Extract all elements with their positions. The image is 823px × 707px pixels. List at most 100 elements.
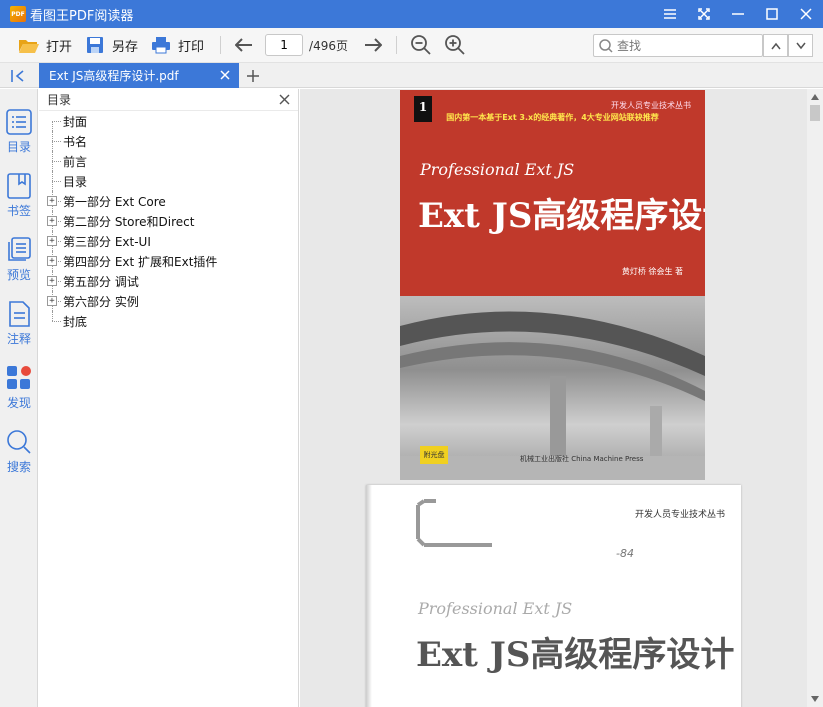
open-button[interactable]: 打开 bbox=[12, 31, 78, 59]
document-tab[interactable]: Ext JS高级程序设计.pdf bbox=[39, 63, 239, 88]
pages-icon bbox=[6, 237, 32, 263]
tree-line bbox=[52, 321, 61, 322]
rail-item-toc[interactable]: 目录 bbox=[0, 103, 38, 161]
rail-item-bookmarks[interactable]: 书签 bbox=[0, 167, 38, 225]
toc-item[interactable]: 前言 bbox=[39, 151, 298, 171]
menu-button[interactable] bbox=[653, 0, 687, 28]
scrollbar-thumb[interactable] bbox=[810, 105, 820, 121]
expand-icon[interactable]: + bbox=[47, 236, 57, 246]
cover-series: 开发人员专业技术丛书 bbox=[611, 101, 691, 110]
toc-item[interactable]: + 第二部分 Store和Direct bbox=[39, 211, 298, 231]
maximize-button[interactable] bbox=[755, 0, 789, 28]
cover-publisher: 机械工业出版社 China Machine Press bbox=[520, 455, 644, 463]
toc-item-label: 目录 bbox=[63, 174, 88, 189]
side-rail: 目录 书签 预览 注释 发现 搜索 bbox=[0, 89, 38, 707]
close-icon bbox=[800, 8, 812, 20]
title-bar: PDF 看图王PDF阅读器 bbox=[0, 0, 823, 28]
expand-icon[interactable]: + bbox=[47, 276, 57, 286]
arrow-right-icon bbox=[365, 38, 382, 52]
toolbar: 打开 另存 打印 /496页 bbox=[0, 28, 823, 63]
document-tab-label: Ext JS高级程序设计.pdf bbox=[49, 69, 179, 83]
folder-open-icon bbox=[18, 34, 40, 56]
expand-icon[interactable]: + bbox=[47, 216, 57, 226]
rail-item-label: 书签 bbox=[6, 204, 31, 218]
menu-icon bbox=[664, 9, 676, 19]
minimize-button[interactable] bbox=[721, 0, 755, 28]
expand-icon[interactable]: + bbox=[47, 256, 57, 266]
print-button[interactable]: 打印 bbox=[144, 31, 210, 59]
close-tab-button[interactable] bbox=[219, 69, 231, 81]
next-page-button[interactable] bbox=[360, 32, 386, 58]
title-page-series: 开发人员专业技术丛书 bbox=[634, 510, 725, 520]
expand-icon[interactable]: + bbox=[47, 196, 57, 206]
toc-item[interactable]: 封底 bbox=[39, 311, 298, 331]
fullscreen-icon bbox=[698, 8, 710, 20]
toc-item-label: 书名 bbox=[63, 134, 88, 149]
rail-item-search[interactable]: 搜索 bbox=[0, 423, 38, 481]
toc-title: 目录 bbox=[47, 93, 72, 107]
toc-item[interactable]: 目录 bbox=[39, 171, 298, 191]
printer-icon bbox=[150, 34, 172, 56]
publisher-mark-icon bbox=[416, 499, 492, 547]
rail-item-label: 预览 bbox=[6, 268, 31, 282]
close-icon bbox=[279, 94, 290, 105]
rail-item-label: 注释 bbox=[6, 332, 31, 346]
toc-item-label: 第四部分 Ext 扩展和Ext插件 bbox=[63, 254, 218, 269]
note-icon bbox=[6, 301, 32, 327]
zoom-out-button[interactable] bbox=[407, 32, 435, 58]
expand-icon[interactable]: + bbox=[47, 296, 57, 306]
cover-title-en: Professional Ext JS bbox=[420, 160, 575, 179]
window-controls bbox=[653, 0, 823, 28]
toc-item[interactable]: + 第三部分 Ext-UI bbox=[39, 231, 298, 251]
toc-item[interactable]: + 第四部分 Ext 扩展和Ext插件 bbox=[39, 251, 298, 271]
open-label: 打开 bbox=[46, 39, 73, 55]
tree-line bbox=[52, 121, 61, 122]
fullscreen-button[interactable] bbox=[687, 0, 721, 28]
scroll-up-button[interactable] bbox=[807, 89, 823, 105]
collapse-sidebar-button[interactable] bbox=[8, 67, 28, 85]
document-view[interactable]: 1 开发人员专业技术丛书 国内第一本基于Ext 3.x的经典著作，4大专业网站联… bbox=[300, 89, 807, 707]
toc-panel: 目录 封面 书名 前言 目录 + 第一部分 Ext Core + 第二部分 Store和Dir… bbox=[39, 89, 299, 707]
cover-authors: 黄灯桥 徐会生 著 bbox=[621, 267, 683, 276]
toc-item-label: 第五部分 调试 bbox=[63, 274, 139, 289]
toc-item[interactable]: 封面 bbox=[39, 111, 298, 131]
toc-item[interactable]: + 第五部分 调试 bbox=[39, 271, 298, 291]
apps-icon bbox=[6, 365, 32, 391]
title-page-note: -84 bbox=[616, 547, 634, 560]
maximize-icon bbox=[766, 8, 778, 20]
toc-item-label: 第二部分 Store和Direct bbox=[63, 214, 195, 229]
tree-line bbox=[52, 121, 53, 131]
close-button[interactable] bbox=[789, 0, 823, 28]
collapse-left-icon bbox=[11, 70, 24, 82]
toc-item-label: 第三部分 Ext-UI bbox=[63, 234, 151, 249]
save-as-button[interactable]: 另存 bbox=[78, 31, 144, 59]
close-toc-button[interactable] bbox=[279, 94, 290, 105]
search-icon bbox=[6, 429, 32, 455]
toc-item[interactable]: + 第一部分 Ext Core bbox=[39, 191, 298, 211]
search-input[interactable] bbox=[617, 38, 757, 53]
tree-line bbox=[52, 141, 61, 142]
plus-icon bbox=[247, 70, 259, 82]
page-number-input[interactable] bbox=[265, 34, 304, 56]
rail-item-preview[interactable]: 预览 bbox=[0, 231, 38, 289]
toc-item-label: 封底 bbox=[63, 314, 88, 329]
app-title: 看图王PDF阅读器 bbox=[30, 8, 134, 24]
previous-page-button[interactable] bbox=[231, 32, 257, 58]
rail-item-annotations[interactable]: 注释 bbox=[0, 295, 38, 353]
search-previous-button[interactable] bbox=[763, 34, 788, 57]
search-next-button[interactable] bbox=[788, 34, 813, 57]
toc-item[interactable]: + 第六部分 实例 bbox=[39, 291, 298, 311]
vertical-scrollbar[interactable] bbox=[807, 89, 823, 707]
scroll-down-button[interactable] bbox=[807, 691, 823, 707]
rail-item-discover[interactable]: 发现 bbox=[0, 359, 38, 417]
title-page-title-en: Professional Ext JS bbox=[418, 599, 573, 618]
new-tab-button[interactable] bbox=[244, 67, 262, 85]
pdf-page-cover: 1 开发人员专业技术丛书 国内第一本基于Ext 3.x的经典著作，4大专业网站联… bbox=[400, 90, 705, 480]
cover-banner: 国内第一本基于Ext 3.x的经典著作，4大专业网站联袂推荐 bbox=[446, 113, 659, 122]
toolbar-divider bbox=[396, 36, 397, 54]
arrow-left-icon bbox=[235, 38, 253, 52]
toc-item[interactable]: 书名 bbox=[39, 131, 298, 151]
zoom-in-button[interactable] bbox=[441, 32, 469, 58]
print-label: 打印 bbox=[178, 39, 205, 55]
save-as-label: 另存 bbox=[112, 39, 139, 55]
